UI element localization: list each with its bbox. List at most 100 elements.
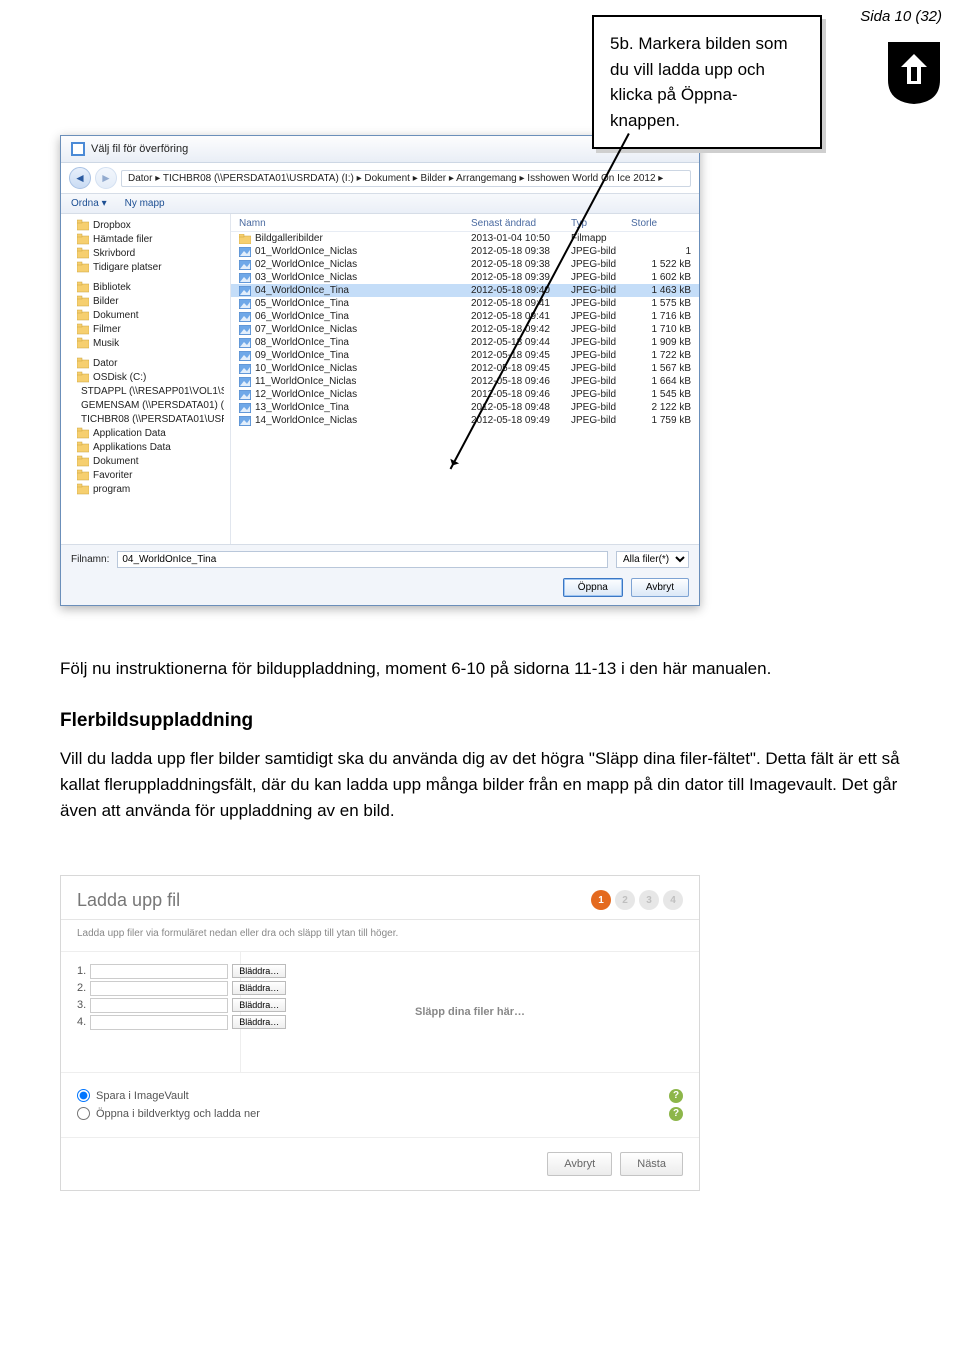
sidebar-item[interactable]: Bilder: [67, 294, 224, 308]
file-name: 14_WorldOnIce_Niclas: [255, 415, 357, 426]
sidebar-item[interactable]: Dator: [67, 356, 224, 370]
file-row[interactable]: 01_WorldOnIce_Niclas2012-05-18 09:38JPEG…: [231, 245, 699, 258]
file-row[interactable]: 03_WorldOnIce_Niclas2012-05-18 09:39JPEG…: [231, 271, 699, 284]
sidebar-item-label: OSDisk (C:): [93, 372, 146, 383]
image-icon: [239, 260, 251, 270]
folder-icon: [77, 323, 89, 335]
callout-wrap: 5b. Markera bilden som du vill ladda upp…: [592, 15, 822, 149]
file-date: 2012-05-18 09:44: [471, 337, 571, 348]
upload-cancel-button[interactable]: Avbryt: [547, 1152, 612, 1176]
step-indicator: 1: [591, 890, 611, 910]
folder-icon: [77, 261, 89, 273]
folder-icon: [77, 371, 89, 383]
file-row[interactable]: 02_WorldOnIce_Niclas2012-05-18 09:38JPEG…: [231, 258, 699, 271]
dialog-title: Välj fil för överföring: [91, 143, 188, 155]
filename-input[interactable]: [117, 551, 608, 568]
organize-menu[interactable]: Ordna ▾: [71, 198, 107, 209]
sidebar-item[interactable]: TICHBR08 (\\PERSDATA01\USRDAT/: [67, 412, 224, 426]
file-size: 1: [631, 246, 691, 257]
upload-next-button[interactable]: Nästa: [620, 1152, 683, 1176]
step-indicator: 3: [639, 890, 659, 910]
sidebar-item[interactable]: OSDisk (C:): [67, 370, 224, 384]
folder-icon: [77, 295, 89, 307]
file-date: 2012-05-18 09:46: [471, 376, 571, 387]
file-type: JPEG-bild: [571, 376, 631, 387]
help-icon[interactable]: ?: [669, 1089, 683, 1103]
body-text: Följ nu instruktionerna för bilduppladdn…: [60, 656, 900, 825]
file-row[interactable]: 05_WorldOnIce_Tina2012-05-18 09:41JPEG-b…: [231, 297, 699, 310]
radio-save-imagevault[interactable]: [77, 1089, 90, 1102]
file-row[interactable]: 11_WorldOnIce_Niclas2012-05-18 09:46JPEG…: [231, 375, 699, 388]
filter-select[interactable]: Alla filer(*): [616, 551, 689, 568]
app-icon: [71, 142, 85, 156]
sidebar-item[interactable]: Bibliotek: [67, 280, 224, 294]
col-name[interactable]: Namn: [239, 218, 471, 229]
sidebar-item[interactable]: Dokument: [67, 308, 224, 322]
file-row[interactable]: Bildgalleribilder2013-01-04 10:50Filmapp: [231, 232, 699, 245]
sidebar-item[interactable]: Musik: [67, 336, 224, 350]
file-row[interactable]: 07_WorldOnIce_Niclas2012-05-18 09:42JPEG…: [231, 323, 699, 336]
file-row[interactable]: 08_WorldOnIce_Tina2012-05-18 09:44JPEG-b…: [231, 336, 699, 349]
image-icon: [239, 247, 251, 257]
image-icon: [239, 338, 251, 348]
sidebar-item[interactable]: Dropbox: [67, 218, 224, 232]
forward-button[interactable]: ►: [95, 167, 117, 189]
file-type: Filmapp: [571, 233, 631, 244]
file-name: 06_WorldOnIce_Tina: [255, 311, 349, 322]
sidebar-item[interactable]: Filmer: [67, 322, 224, 336]
open-button[interactable]: Öppna: [563, 578, 623, 597]
step-indicator: 4: [663, 890, 683, 910]
radio-open-label: Öppna i bildverktyg och ladda ner: [96, 1108, 260, 1120]
col-size[interactable]: Storle: [631, 218, 691, 229]
sidebar-item[interactable]: Favoriter: [67, 468, 224, 482]
back-button[interactable]: ◄: [69, 167, 91, 189]
upload-title: Ladda upp fil: [77, 890, 180, 911]
image-icon: [239, 403, 251, 413]
sidebar-item[interactable]: STDAPPL (\\RESAPP01\VOL1\SAFE) (: [67, 384, 224, 398]
sidebar-item[interactable]: Application Data: [67, 426, 224, 440]
new-folder-button[interactable]: Ny mapp: [125, 198, 165, 209]
sidebar-item-label: Hämtade filer: [93, 234, 152, 245]
radio-open-tool[interactable]: [77, 1107, 90, 1120]
sidebar-item[interactable]: GEMENSAM (\\PERSDATA01) (H:): [67, 398, 224, 412]
file-type: JPEG-bild: [571, 298, 631, 309]
file-row[interactable]: 09_WorldOnIce_Tina2012-05-18 09:45JPEG-b…: [231, 349, 699, 362]
column-headers[interactable]: Namn Senast ändrad Typ Storle: [231, 214, 699, 232]
slot-path-input[interactable]: [90, 981, 228, 996]
file-row[interactable]: 04_WorldOnIce_Tina2012-05-18 09:40JPEG-b…: [231, 284, 699, 297]
drop-zone[interactable]: Släpp dina filer här…: [241, 952, 699, 1072]
slot-path-input[interactable]: [90, 1015, 228, 1030]
file-type: JPEG-bild: [571, 402, 631, 413]
file-row[interactable]: 06_WorldOnIce_Tina2012-05-18 09:41JPEG-b…: [231, 310, 699, 323]
sidebar-item[interactable]: program: [67, 482, 224, 496]
image-icon: [239, 416, 251, 426]
sidebar-item-label: Dokument: [93, 310, 139, 321]
upload-options: Spara i ImageVault ? Öppna i bildverktyg…: [61, 1072, 699, 1137]
sidebar-item[interactable]: Hämtade filer: [67, 232, 224, 246]
file-size: 1 664 kB: [631, 376, 691, 387]
sidebar-item-label: Application Data: [93, 428, 166, 439]
sidebar-item[interactable]: Skrivbord: [67, 246, 224, 260]
image-icon: [239, 312, 251, 322]
file-open-dialog: Välj fil för överföring ◄ ► Dator ▸ TICH…: [60, 135, 700, 606]
folder-icon: [77, 337, 89, 349]
file-row[interactable]: 12_WorldOnIce_Niclas2012-05-18 09:46JPEG…: [231, 388, 699, 401]
sidebar-item[interactable]: Dokument: [67, 454, 224, 468]
slot-path-input[interactable]: [90, 964, 228, 979]
col-date[interactable]: Senast ändrad: [471, 218, 571, 229]
slot-path-input[interactable]: [90, 998, 228, 1013]
file-row[interactable]: 14_WorldOnIce_Niclas2012-05-18 09:49JPEG…: [231, 414, 699, 427]
image-icon: [239, 299, 251, 309]
image-icon: [239, 377, 251, 387]
file-row[interactable]: 10_WorldOnIce_Niclas2012-05-18 09:45JPEG…: [231, 362, 699, 375]
cancel-button[interactable]: Avbryt: [631, 578, 689, 597]
file-name: 08_WorldOnIce_Tina: [255, 337, 349, 348]
file-row[interactable]: 13_WorldOnIce_Tina2012-05-18 09:48JPEG-b…: [231, 401, 699, 414]
sidebar-item[interactable]: Tidigare platser: [67, 260, 224, 274]
sidebar-item[interactable]: Applikations Data: [67, 440, 224, 454]
sidebar-item-label: Tidigare platser: [93, 262, 162, 273]
file-date: 2012-05-18 09:41: [471, 298, 571, 309]
paragraph-1: Följ nu instruktionerna för bilduppladdn…: [60, 656, 900, 682]
upload-slot: 1.Bläddra…: [77, 964, 224, 979]
help-icon[interactable]: ?: [669, 1107, 683, 1121]
